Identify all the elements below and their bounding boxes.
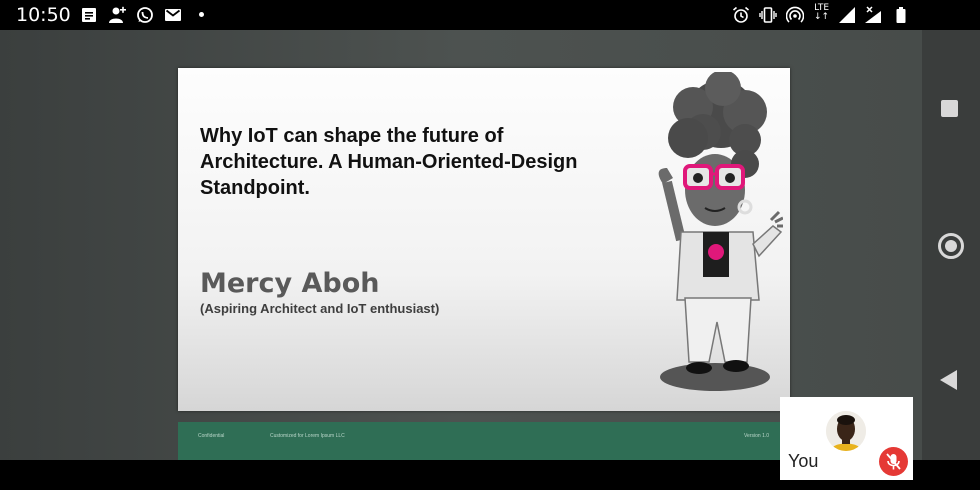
avatar	[826, 411, 866, 451]
network-label: LTE	[814, 3, 830, 13]
mic-off-icon	[886, 453, 901, 470]
presenter-name: Mercy Aboh	[200, 268, 380, 299]
battery-icon	[896, 7, 906, 23]
cartoon-architect-illustration	[658, 72, 783, 391]
back-button[interactable]	[940, 370, 957, 390]
alarm-icon	[732, 6, 750, 23]
status-bar: 10:50 LTE ↓↑	[0, 0, 980, 30]
clock: 10:50	[16, 4, 71, 26]
self-view-label: You	[788, 451, 819, 471]
add-person-icon	[109, 6, 126, 23]
vibrate-icon	[759, 7, 777, 23]
current-slide[interactable]: Why IoT can shape the future of Architec…	[178, 68, 790, 411]
whatsapp-icon	[137, 7, 153, 23]
lte-icon: LTE ↓↑	[814, 3, 830, 22]
self-view-tile[interactable]: You	[780, 397, 913, 480]
presenter-role: (Aspiring Architect and IoT enthusiast)	[200, 301, 440, 316]
mic-muted-button[interactable]	[879, 447, 908, 476]
next-slide-right-text: Version 1.0	[744, 433, 770, 439]
user-photo	[826, 411, 866, 451]
next-slide-middle-text: Customized for Lorem Ipsum LLC	[270, 433, 345, 439]
next-slide-left-text: Confidential	[198, 433, 225, 439]
recents-button[interactable]	[941, 100, 958, 117]
next-slide-preview[interactable]: Confidential Customized for Lorem Ipsum …	[178, 422, 790, 460]
more-dot-icon	[199, 12, 204, 17]
slide-title: Why IoT can shape the future of Architec…	[200, 125, 578, 199]
hotspot-icon	[786, 6, 804, 23]
signal-no-data-icon	[865, 6, 881, 23]
signal-icon	[839, 7, 855, 23]
home-button[interactable]	[938, 233, 964, 259]
message-icon	[82, 8, 96, 22]
gmail-icon	[165, 9, 181, 21]
